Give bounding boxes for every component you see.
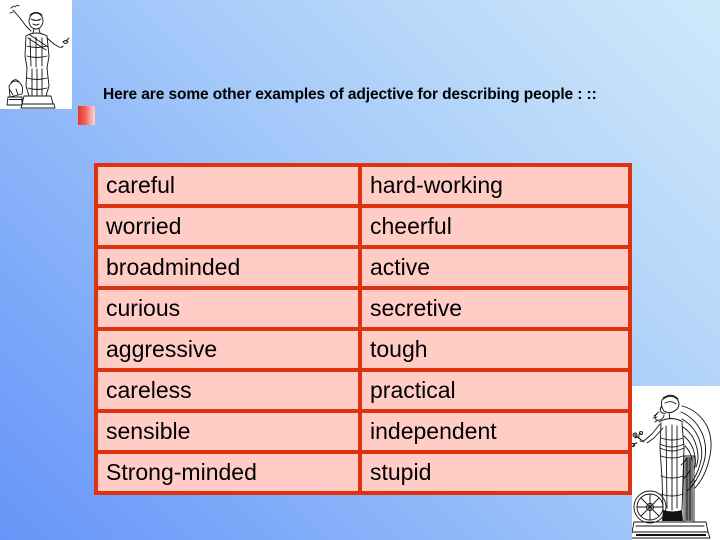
table-row: broadminded active — [98, 249, 628, 290]
adjective-cell-left: curious — [98, 290, 362, 331]
adjective-cell-right: cheerful — [362, 208, 628, 249]
table-row: Strong-minded stupid — [98, 454, 628, 491]
adjective-cell-left: sensible — [98, 413, 362, 454]
adjective-cell-right: stupid — [362, 454, 628, 491]
adjective-cell-left: Strong-minded — [98, 454, 362, 491]
adjective-cell-left: careless — [98, 372, 362, 413]
adjective-cell-right: hard-working — [362, 167, 628, 208]
table-row: sensible independent — [98, 413, 628, 454]
adjective-cell-left: careful — [98, 167, 362, 208]
adjective-cell-left: aggressive — [98, 331, 362, 372]
winged-angel-engraving — [632, 386, 720, 540]
table-row: careless practical — [98, 372, 628, 413]
adjective-cell-right: practical — [362, 372, 628, 413]
adjectives-table-body: careful hard-working worried cheerful br… — [98, 167, 628, 491]
page-title: Here are some other examples of adjectiv… — [103, 86, 597, 103]
adjective-cell-left: broadminded — [98, 249, 362, 290]
adjectives-table: careful hard-working worried cheerful br… — [94, 163, 632, 495]
adjective-cell-right: active — [362, 249, 628, 290]
classical-statue-engraving — [0, 0, 72, 109]
adjective-cell-right: tough — [362, 331, 628, 372]
table-row: worried cheerful — [98, 208, 628, 249]
winged-angel-engraving-art — [632, 394, 712, 539]
adjective-cell-right: secretive — [362, 290, 628, 331]
slide-canvas: Here are some other examples of adjectiv… — [0, 0, 720, 540]
table-row: aggressive tough — [98, 331, 628, 372]
table-row: careful hard-working — [98, 167, 628, 208]
classical-statue-engraving-art — [6, 4, 70, 109]
table-row: curious secretive — [98, 290, 628, 331]
adjective-cell-right: independent — [362, 413, 628, 454]
bullet-marker-icon — [78, 106, 95, 125]
adjective-cell-left: worried — [98, 208, 362, 249]
